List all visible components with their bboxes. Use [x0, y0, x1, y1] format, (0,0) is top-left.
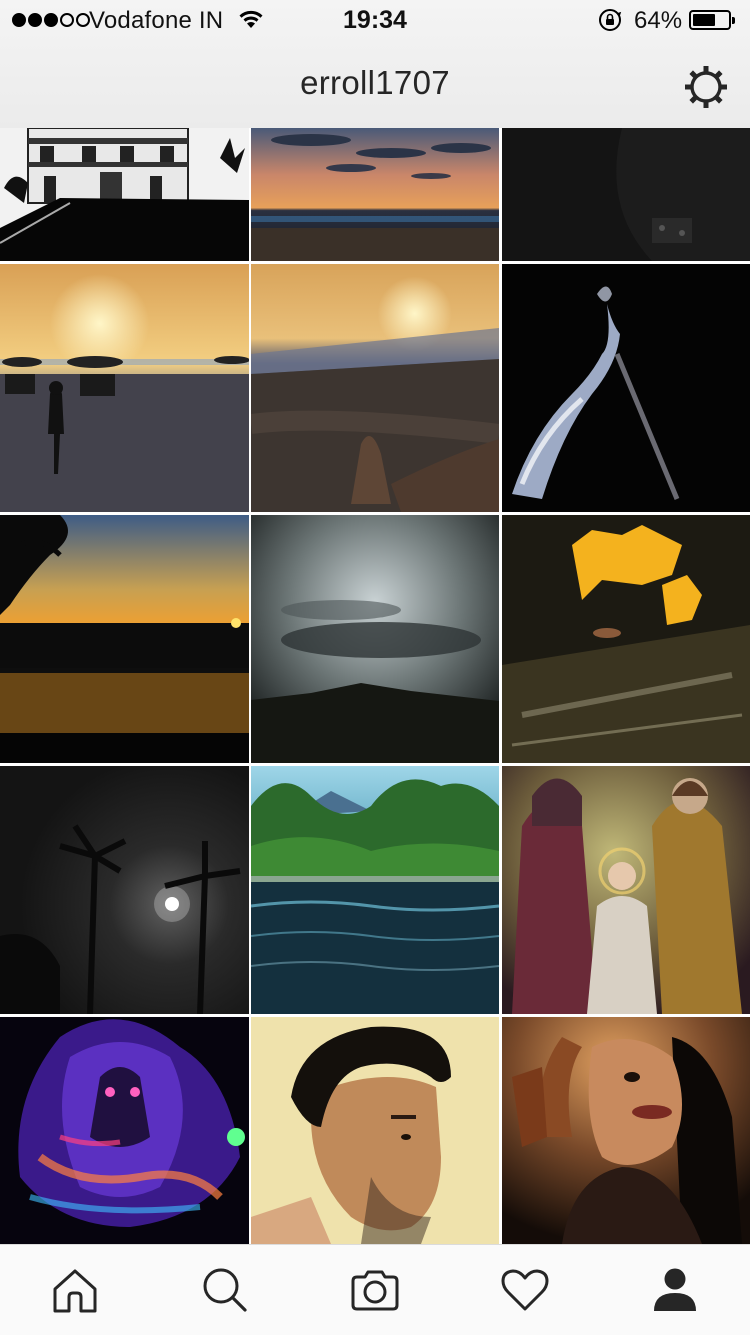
photo-tile[interactable]	[502, 1017, 750, 1244]
gear-icon[interactable]	[682, 63, 730, 111]
photo-tile[interactable]	[502, 766, 750, 1014]
photo-tile[interactable]	[251, 1017, 499, 1244]
camera-icon	[351, 1270, 399, 1311]
photo-tile[interactable]	[251, 128, 499, 261]
battery-percentage: 64%	[634, 7, 683, 34]
tab-profile[interactable]	[600, 1245, 750, 1335]
heart-icon	[501, 1269, 549, 1311]
photo-tile[interactable]	[0, 766, 249, 1014]
photo-tile[interactable]	[251, 264, 499, 512]
tab-bar	[0, 1244, 750, 1335]
photo-tile[interactable]	[502, 128, 750, 261]
photo-tile[interactable]	[502, 264, 750, 512]
photo-tile[interactable]	[502, 515, 750, 763]
tab-camera[interactable]	[300, 1245, 450, 1335]
battery-icon	[689, 10, 735, 30]
top-bar: Vodafone IN 19:34 64% erroll1707	[0, 0, 750, 129]
tab-activity[interactable]	[450, 1245, 600, 1335]
photo-grid	[0, 128, 750, 1244]
status-bar: Vodafone IN 19:34 64%	[0, 0, 750, 40]
tab-home[interactable]	[0, 1245, 150, 1335]
photo-tile[interactable]	[0, 264, 249, 512]
rotation-lock-icon	[599, 9, 622, 31]
profile-username: erroll1707	[300, 64, 450, 101]
photo-tile[interactable]	[0, 128, 249, 261]
profile-icon	[654, 1268, 696, 1311]
photo-tile[interactable]	[0, 1017, 249, 1244]
tab-search[interactable]	[150, 1245, 300, 1335]
photo-tile[interactable]	[251, 515, 499, 763]
home-icon	[53, 1269, 97, 1313]
photo-tile[interactable]	[0, 515, 249, 763]
search-icon	[203, 1268, 247, 1312]
photo-tile[interactable]	[251, 766, 499, 1014]
